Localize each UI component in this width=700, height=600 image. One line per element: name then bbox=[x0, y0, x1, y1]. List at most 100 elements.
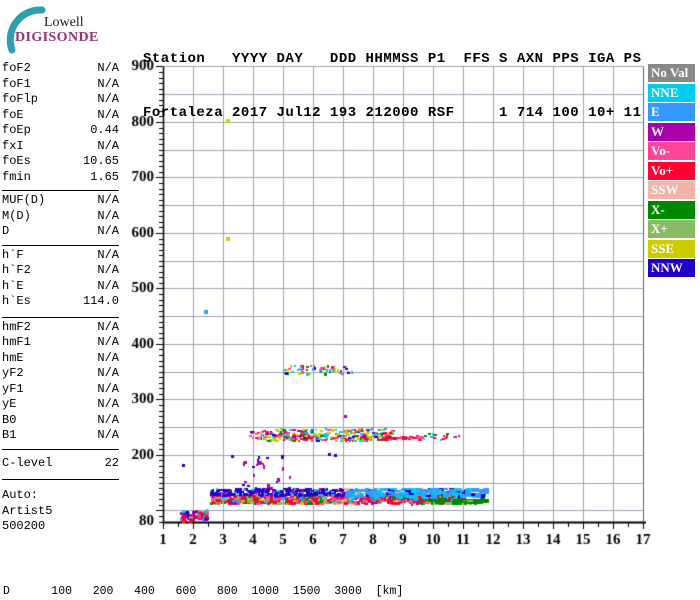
station-header-values: Fortaleza 2017 Jul12 193 212000 RSF 1 71… bbox=[143, 105, 642, 121]
param-row: B1 N/A bbox=[2, 428, 119, 444]
param-row: foF2 N/A bbox=[2, 61, 119, 77]
station-header: Station YYYY DAY DDD HHMMSS P1 FFS S AXN… bbox=[143, 14, 641, 158]
param-row: hmE N/A bbox=[2, 351, 119, 367]
param-value: N/A bbox=[97, 397, 119, 411]
param-value: N/A bbox=[97, 335, 119, 349]
param-label: h`F2 bbox=[2, 263, 31, 277]
param-value: N/A bbox=[97, 138, 119, 153]
param-row: h`F N/A bbox=[2, 248, 119, 264]
param-value: N/A bbox=[97, 366, 119, 380]
param-row: foF1 N/A bbox=[2, 77, 119, 93]
legend-item-w: W bbox=[648, 122, 695, 141]
param-row: MUF(D) N/A bbox=[2, 193, 119, 209]
param-label: h`E bbox=[2, 278, 24, 293]
param-label: 500200 bbox=[2, 519, 46, 533]
param-value: N/A bbox=[97, 107, 119, 122]
param-value: N/A bbox=[97, 247, 119, 262]
legend-item-e: E bbox=[648, 103, 695, 121]
param-value: N/A bbox=[97, 319, 119, 334]
param-value: N/A bbox=[97, 61, 119, 75]
param-row: hmF1 N/A bbox=[2, 335, 119, 351]
param-label: C-level bbox=[2, 455, 53, 470]
param-row: fmin 1.65 bbox=[2, 170, 119, 186]
legend-item-vo-plus: Vo+ bbox=[648, 161, 695, 180]
param-row: 500200 bbox=[2, 519, 119, 535]
legend-item-no-val: No Val bbox=[648, 64, 695, 82]
param-row: foEs 10.65 bbox=[2, 154, 119, 170]
param-label: Auto: bbox=[2, 488, 39, 502]
param-label: h`F bbox=[2, 247, 24, 262]
param-label: fxI bbox=[2, 138, 24, 153]
param-row: B0 N/A bbox=[2, 413, 119, 429]
param-value: N/A bbox=[97, 381, 119, 396]
distance-row: D 100 200 400 600 800 1000 1500 3000 [km… bbox=[3, 585, 404, 598]
param-label: B1 bbox=[2, 428, 17, 442]
param-label: D bbox=[2, 224, 10, 238]
param-label: hmE bbox=[2, 350, 24, 365]
param-row: Auto: bbox=[2, 488, 119, 504]
param-section-frequencies: foF2 N/A foF1 N/A foFlp N/A foE N/A foEp 0.44 fxI N… bbox=[2, 59, 119, 191]
param-row: hmF2 N/A bbox=[2, 320, 119, 336]
footer: D 100 200 400 600 800 1000 1500 3000 [km… bbox=[3, 556, 686, 600]
legend-item-ssw: SSW bbox=[648, 181, 695, 199]
param-label: M(D) bbox=[2, 208, 31, 223]
param-value: 0.44 bbox=[90, 123, 119, 137]
param-row: fxI N/A bbox=[2, 139, 119, 155]
param-row: C-level 22 bbox=[2, 456, 119, 472]
param-label: yE bbox=[2, 397, 17, 411]
param-label: B0 bbox=[2, 412, 17, 427]
param-value: N/A bbox=[97, 428, 119, 442]
param-section-peak-params: hmF2 N/A hmF1 N/A hmE N/A yF2 N/A yF1 N/A yE N/A B0 N… bbox=[2, 318, 119, 450]
logo-digisonde-text: DIGISONDE bbox=[15, 30, 99, 45]
param-row: M(D) N/A bbox=[2, 209, 119, 225]
param-value: N/A bbox=[97, 224, 119, 238]
param-value: 22 bbox=[104, 455, 119, 470]
ionogram-page: Lowell DIGISONDE Station YYYY DAY DDD HH… bbox=[0, 0, 700, 600]
legend-item-nnw: NNW bbox=[648, 259, 695, 277]
param-label: foEp bbox=[2, 123, 31, 137]
param-value: N/A bbox=[97, 278, 119, 293]
param-label: foEs bbox=[2, 154, 31, 168]
param-label: hmF1 bbox=[2, 335, 31, 349]
param-label: yF2 bbox=[2, 366, 24, 380]
station-header-labels: Station YYYY DAY DDD HHMMSS P1 FFS S AXN… bbox=[143, 51, 642, 67]
param-label: foFlp bbox=[2, 92, 39, 106]
legend-item-sse: SSE bbox=[648, 239, 695, 258]
param-label: foF1 bbox=[2, 76, 31, 91]
param-value: N/A bbox=[97, 208, 119, 223]
param-section-software: Auto: Artist5 500200 bbox=[2, 480, 119, 540]
param-row: h`F2 N/A bbox=[2, 263, 119, 279]
param-value: 114.0 bbox=[82, 294, 119, 308]
logo-lowell-text: Lowell bbox=[44, 15, 84, 30]
param-row: yF2 N/A bbox=[2, 366, 119, 382]
param-value: N/A bbox=[97, 412, 119, 427]
param-label: MUF(D) bbox=[2, 193, 46, 207]
param-row: yF1 N/A bbox=[2, 382, 119, 398]
param-label: foF2 bbox=[2, 61, 31, 75]
param-row: h`Es 114.0 bbox=[2, 294, 119, 310]
param-value: N/A bbox=[97, 350, 119, 365]
param-row: yE N/A bbox=[2, 397, 119, 413]
param-label: Artist5 bbox=[2, 503, 53, 518]
color-legend: No Val NNE E W Vo- Vo+ SSW X- X+ SSE NNW bbox=[648, 64, 695, 279]
param-value: N/A bbox=[97, 92, 119, 106]
param-label: hmF2 bbox=[2, 319, 31, 334]
param-label: yF1 bbox=[2, 381, 24, 396]
param-row: Artist5 bbox=[2, 504, 119, 520]
param-row: D N/A bbox=[2, 224, 119, 240]
param-section-muf: MUF(D) N/A M(D) N/A D N/A bbox=[2, 191, 119, 246]
param-value: N/A bbox=[97, 76, 119, 91]
param-value: 10.65 bbox=[82, 154, 119, 168]
param-label: h`Es bbox=[2, 294, 31, 308]
legend-item-vo-minus: Vo- bbox=[648, 142, 695, 160]
param-row: foE N/A bbox=[2, 108, 119, 124]
param-section-confidence: C-level 22 bbox=[2, 450, 119, 480]
legend-item-x-plus: X+ bbox=[648, 220, 695, 238]
param-value: N/A bbox=[97, 193, 119, 207]
param-value: 1.65 bbox=[90, 169, 119, 184]
parameter-panel: foF2 N/A foF1 N/A foFlp N/A foE N/A foEp 0.44 fxI N… bbox=[2, 59, 119, 540]
param-value: N/A bbox=[97, 263, 119, 277]
param-row: foFlp N/A bbox=[2, 92, 119, 108]
param-row: h`E N/A bbox=[2, 279, 119, 295]
param-label: foE bbox=[2, 107, 24, 122]
